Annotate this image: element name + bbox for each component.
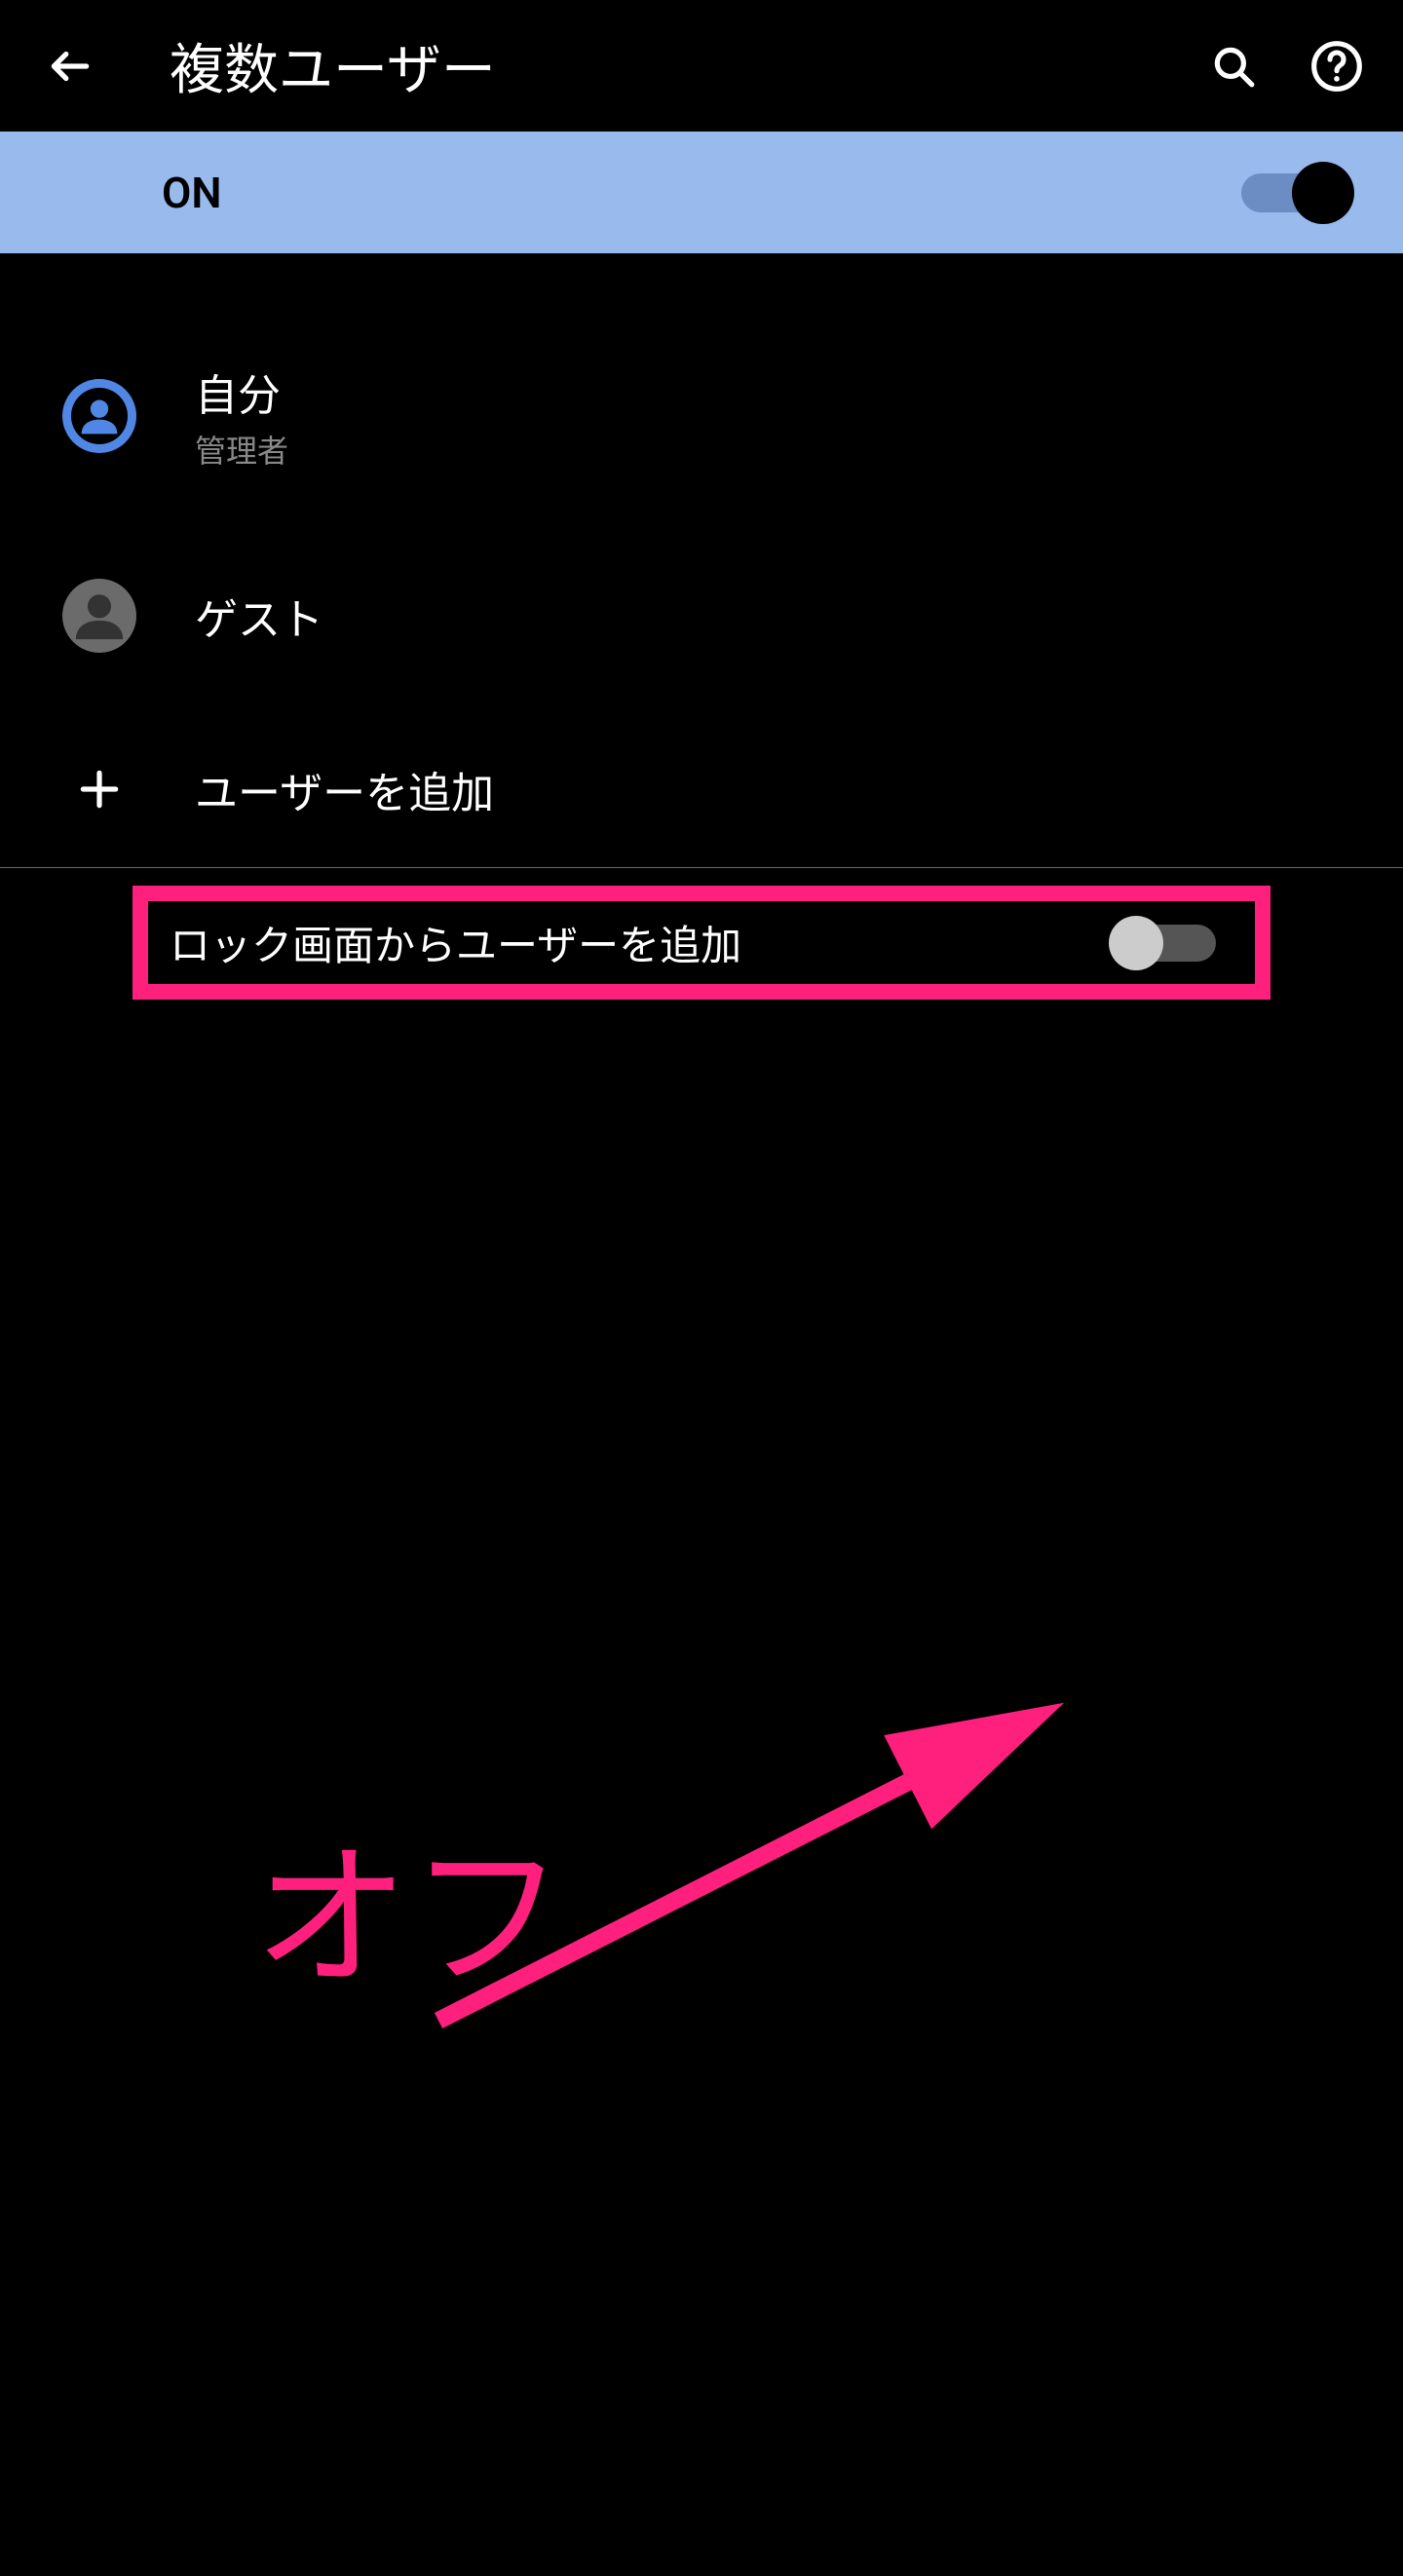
avatar-self-icon (62, 379, 136, 453)
header-bar: 複数ユーザー (0, 0, 1403, 132)
back-arrow-icon[interactable] (39, 35, 101, 97)
lock-screen-toggle-row[interactable]: ロック画面からユーザーを追加 (133, 886, 1270, 1000)
annotation-label: オフ (253, 1792, 565, 2018)
search-icon[interactable] (1206, 39, 1261, 94)
user-self-role: 管理者 (195, 427, 288, 472)
lock-screen-toggle-switch[interactable] (1109, 920, 1216, 966)
plus-icon (62, 752, 136, 826)
user-list: 自分 管理者 ゲスト ユーザーを追加 ロック画面からユーザーを追加 (0, 253, 1403, 1000)
header-actions (1206, 39, 1364, 94)
user-row-self[interactable]: 自分 管理者 (0, 331, 1403, 501)
help-icon[interactable] (1309, 39, 1364, 94)
user-row-guest[interactable]: ゲスト (0, 549, 1403, 682)
section-divider (0, 867, 1403, 868)
user-self-name: 自分 (195, 360, 288, 423)
lock-screen-label: ロック画面からユーザーを追加 (170, 913, 741, 972)
user-guest-text: ゲスト (195, 585, 323, 647)
add-user-label: ユーザーを追加 (195, 758, 494, 820)
avatar-guest-icon (62, 579, 136, 653)
user-self-text: 自分 管理者 (195, 360, 288, 472)
master-toggle-label: ON (162, 168, 221, 218)
lock-screen-section: ロック画面からユーザーを追加 オフ (0, 886, 1403, 1000)
page-title: 複数ユーザー (170, 26, 1206, 105)
master-toggle-bar[interactable]: ON (0, 132, 1403, 253)
master-toggle-switch[interactable] (1241, 170, 1348, 216)
user-guest-name: ゲスト (195, 585, 323, 647)
arrow-left-icon (46, 42, 95, 91)
add-user-row[interactable]: ユーザーを追加 (0, 711, 1403, 867)
